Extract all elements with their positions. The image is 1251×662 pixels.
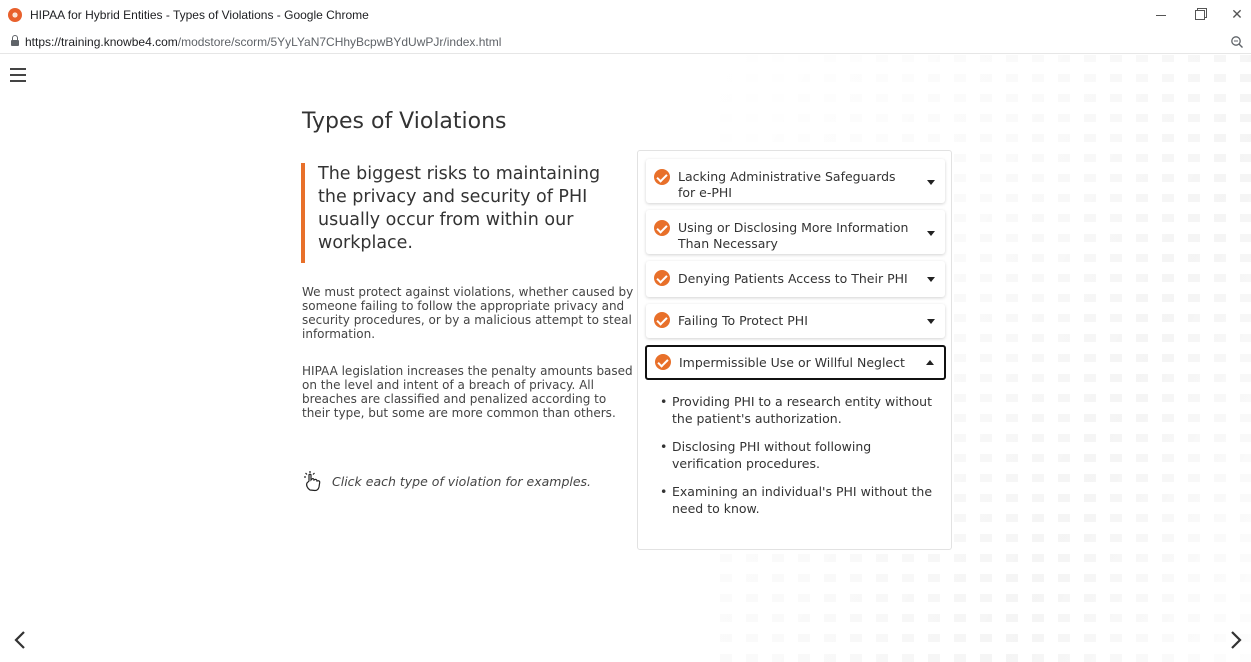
list-item: Disclosing PHI without following verific… bbox=[660, 438, 940, 472]
minimize-button[interactable] bbox=[1150, 4, 1172, 26]
zoom-icon[interactable] bbox=[1230, 35, 1244, 49]
restore-button[interactable] bbox=[1189, 4, 1211, 26]
accordion-item-label: Lacking Administrative Safeguards for e-… bbox=[678, 169, 896, 200]
accordion-item-label: Impermissible Use or Willful Neglect bbox=[679, 355, 905, 370]
caret-up-icon bbox=[926, 360, 934, 365]
pull-quote: The biggest risks to maintaining the pri… bbox=[301, 163, 621, 263]
penalty-paragraph: HIPAA legislation increases the penalty … bbox=[302, 364, 633, 420]
check-circle-icon bbox=[654, 220, 670, 236]
window-title: HIPAA for Hybrid Entities - Types of Vio… bbox=[30, 8, 369, 22]
check-circle-icon bbox=[655, 354, 671, 370]
check-circle-icon bbox=[654, 312, 670, 328]
url-domain: https://training.knowbe4.com bbox=[25, 35, 178, 49]
caret-down-icon bbox=[927, 277, 935, 282]
caret-down-icon bbox=[927, 180, 935, 185]
address-bar[interactable]: https://training.knowbe4.com/modstore/sc… bbox=[0, 32, 1251, 54]
list-item: Providing PHI to a research entity witho… bbox=[660, 393, 940, 427]
lock-icon bbox=[11, 35, 19, 47]
accordion-item-failing-to-protect[interactable]: Failing To Protect PHI bbox=[646, 304, 945, 338]
next-page-button[interactable] bbox=[1229, 630, 1243, 650]
browser-title-bar: HIPAA for Hybrid Entities - Types of Vio… bbox=[0, 0, 1251, 32]
hamburger-menu-icon[interactable] bbox=[10, 68, 26, 82]
accordion-item-label: Using or Disclosing More Information Tha… bbox=[678, 220, 909, 251]
expanded-examples-list: Providing PHI to a research entity witho… bbox=[660, 393, 940, 528]
caret-down-icon bbox=[927, 319, 935, 324]
caret-down-icon bbox=[927, 231, 935, 236]
accordion-item-administrative-safeguards[interactable]: Lacking Administrative Safeguards for e-… bbox=[646, 159, 945, 203]
check-circle-icon bbox=[654, 270, 670, 286]
tap-hand-icon bbox=[304, 471, 321, 492]
previous-page-button[interactable] bbox=[13, 630, 27, 650]
url-path: /modstore/scorm/5YyLYaN7CHhyBcpwBYdUwPJr… bbox=[177, 35, 502, 49]
page-title: Types of Violations bbox=[302, 109, 507, 134]
violation-accordion: Lacking Administrative Safeguards for e-… bbox=[637, 150, 952, 550]
accordion-item-disclosing-more-info[interactable]: Using or Disclosing More Information Tha… bbox=[646, 210, 945, 254]
accordion-item-label: Denying Patients Access to Their PHI bbox=[678, 271, 908, 286]
chevron-right-icon bbox=[1231, 631, 1242, 649]
accordion-item-label: Failing To Protect PHI bbox=[678, 313, 808, 328]
course-page: Types of Violations The biggest risks to… bbox=[0, 55, 1251, 662]
close-button[interactable]: ✕ bbox=[1226, 4, 1248, 26]
url-text[interactable]: https://training.knowbe4.com/modstore/sc… bbox=[25, 35, 501, 49]
check-circle-icon bbox=[654, 169, 670, 185]
app-logo-icon bbox=[8, 8, 22, 22]
hint-text: Click each type of violation for example… bbox=[332, 473, 592, 489]
instruction-hint: Click each type of violation for example… bbox=[302, 470, 591, 492]
list-item: Examining an individual's PHI without th… bbox=[660, 483, 940, 517]
intro-paragraph: We must protect against violations, whet… bbox=[302, 285, 634, 341]
accordion-item-denying-access[interactable]: Denying Patients Access to Their PHI bbox=[646, 261, 945, 297]
accordion-item-impermissible-use[interactable]: Impermissible Use or Willful Neglect bbox=[645, 345, 946, 380]
chevron-left-icon bbox=[14, 631, 25, 649]
